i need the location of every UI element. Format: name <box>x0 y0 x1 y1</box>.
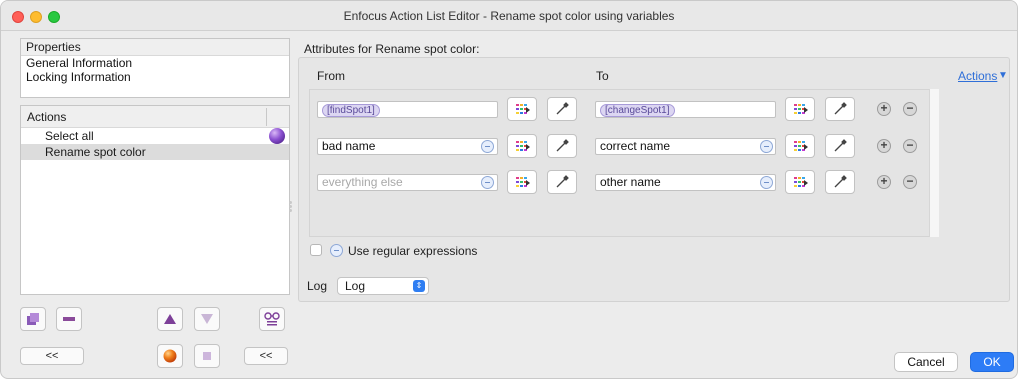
actions-list-title: Actions <box>27 110 67 124</box>
add-row-plus-icon[interactable]: + <box>877 102 891 116</box>
from-color-picker-button[interactable] <box>507 134 537 158</box>
action-item-label: Rename spot color <box>45 145 146 159</box>
from-color-picker-button[interactable] <box>507 97 537 121</box>
properties-item-locking[interactable]: Locking Information <box>21 70 289 84</box>
eyedropper-icon <box>834 175 847 188</box>
actions-list-header: Actions <box>21 106 289 128</box>
arrow-up-icon <box>164 314 176 324</box>
add-row-plus-icon[interactable]: + <box>877 175 891 189</box>
eyedropper-icon <box>556 102 569 115</box>
move-down-button[interactable] <box>194 307 220 331</box>
eyedropper-icon <box>556 175 569 188</box>
to-eyedropper-button[interactable] <box>825 97 855 121</box>
variable-menu-icon[interactable] <box>330 244 343 257</box>
remove-row-minus-icon[interactable]: − <box>903 102 917 116</box>
actions-list-panel: Actions Select all Rename spot color <box>20 105 290 295</box>
add-action-button[interactable] <box>20 307 46 331</box>
add-action-icon <box>27 313 39 325</box>
to-color-picker-button[interactable] <box>785 134 815 158</box>
select-arrows-icon: ⇕ <box>413 280 425 292</box>
variable-menu-icon[interactable] <box>760 140 773 153</box>
to-field[interactable]: [changeSpot1] <box>595 101 776 118</box>
header-column-divider[interactable] <box>266 108 267 126</box>
from-eyedropper-button[interactable] <box>547 97 577 121</box>
title-bar: Enfocus Action List Editor - Rename spot… <box>1 1 1017 31</box>
actions-menu-link[interactable]: Actions <box>958 69 997 83</box>
from-field[interactable]: everything else <box>317 174 498 191</box>
regex-checkbox[interactable] <box>310 244 322 256</box>
mapping-scrollbar[interactable] <box>929 89 939 237</box>
from-eyedropper-button[interactable] <box>547 134 577 158</box>
from-field[interactable]: [findSpot1] <box>317 101 498 118</box>
to-color-picker-button[interactable] <box>785 97 815 121</box>
stop-icon <box>203 352 211 360</box>
editor-window: Enfocus Action List Editor - Rename spot… <box>0 0 1018 379</box>
to-field[interactable]: other name <box>595 174 776 191</box>
properties-item-general[interactable]: General Information <box>21 56 289 70</box>
remove-action-button[interactable] <box>56 307 82 331</box>
to-column-label: To <box>596 69 609 83</box>
window-title: Enfocus Action List Editor - Rename spot… <box>343 9 675 23</box>
remove-row-minus-icon[interactable]: − <box>903 175 917 189</box>
log-select-value: Log <box>345 279 366 293</box>
remove-row-minus-icon[interactable]: − <box>903 139 917 153</box>
preview-button[interactable] <box>259 307 285 331</box>
to-eyedropper-button[interactable] <box>825 170 855 194</box>
from-column-label: From <box>317 69 345 83</box>
action-item-select-all[interactable]: Select all <box>21 128 289 144</box>
from-field[interactable]: bad name <box>317 138 498 155</box>
to-eyedropper-button[interactable] <box>825 134 855 158</box>
move-up-button[interactable] <box>157 307 183 331</box>
chevron-down-icon[interactable]: ▼ <box>998 70 1008 81</box>
add-row-plus-icon[interactable]: + <box>877 139 891 153</box>
properties-panel: Properties General Information Locking I… <box>20 38 290 98</box>
glasses-icon <box>264 312 280 326</box>
variable-tag: [findSpot1] <box>322 104 380 117</box>
run-button[interactable] <box>157 344 183 368</box>
ok-button[interactable]: OK <box>970 352 1014 372</box>
stop-button[interactable] <box>194 344 220 368</box>
attributes-title: Attributes for Rename spot color: <box>304 42 480 56</box>
eyedropper-icon <box>834 102 847 115</box>
properties-header: Properties <box>21 39 289 56</box>
log-label: Log <box>307 279 328 293</box>
from-color-picker-button[interactable] <box>507 170 537 194</box>
arrow-down-icon <box>201 314 213 324</box>
to-color-picker-button[interactable] <box>785 170 815 194</box>
variable-menu-icon[interactable] <box>481 140 494 153</box>
splitter-handle[interactable] <box>289 201 292 212</box>
cancel-button[interactable]: Cancel <box>894 352 958 372</box>
collapse-button[interactable]: << <box>244 347 288 365</box>
variable-menu-icon[interactable] <box>760 176 773 189</box>
purple-sphere-icon <box>269 128 285 144</box>
collapse-left-button[interactable]: << <box>20 347 84 365</box>
variable-tag: [changeSpot1] <box>600 104 675 117</box>
regex-label: Use regular expressions <box>348 244 478 258</box>
eyedropper-icon <box>556 139 569 152</box>
log-select[interactable]: Log ⇕ <box>337 277 429 295</box>
variable-menu-icon[interactable] <box>481 176 494 189</box>
minus-icon <box>63 317 75 321</box>
action-item-rename-spot-color[interactable]: Rename spot color <box>21 144 289 160</box>
action-item-label: Select all <box>45 129 94 143</box>
to-field[interactable]: correct name <box>595 138 776 155</box>
eyedropper-icon <box>834 139 847 152</box>
orange-ball-icon <box>163 349 177 363</box>
from-eyedropper-button[interactable] <box>547 170 577 194</box>
